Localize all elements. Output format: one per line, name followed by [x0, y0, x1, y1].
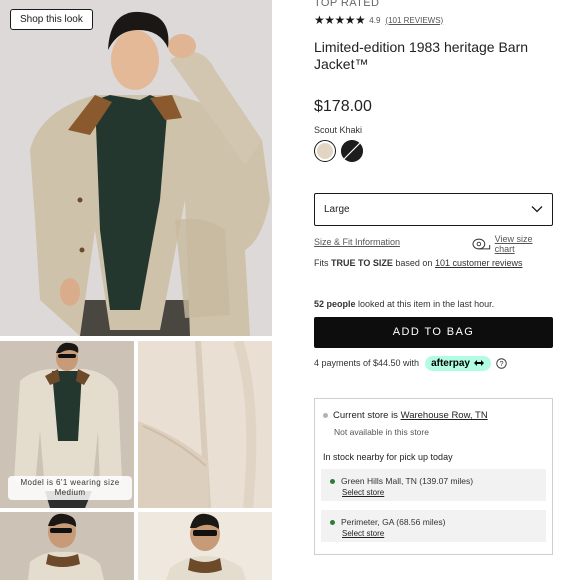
size-select-value: Large	[324, 204, 350, 215]
select-store-link[interactable]: Select store	[342, 488, 384, 497]
current-store-prefix: Current store is	[333, 410, 398, 421]
product-price: $178.00	[314, 98, 372, 115]
afterpay-logo: afterpay	[431, 357, 470, 369]
installment-info: 4 payments of $44.50 with afterpay ?	[314, 355, 507, 371]
current-store-link[interactable]: Warehouse Row, TN	[401, 410, 488, 421]
main-product-image[interactable]: Shop this look	[0, 0, 272, 336]
views-count: 52 people	[314, 299, 356, 309]
model-photo	[0, 0, 272, 336]
svg-text:?: ?	[499, 358, 503, 367]
select-store-link[interactable]: Select store	[342, 529, 384, 538]
nearby-stores-title: In stock nearby for pick up today	[323, 452, 453, 462]
size-chart-link[interactable]: View size chart	[472, 234, 554, 254]
shop-this-look-button[interactable]: Shop this look	[10, 9, 93, 30]
store-name: Perimeter, GA (68.56 miles)	[341, 517, 446, 527]
fit-middle: based on	[395, 258, 433, 268]
reviews-link[interactable]: (101 REVIEWS)	[385, 16, 443, 25]
store-availability: Current store is Warehouse Row, TN Not a…	[314, 398, 553, 555]
rating-row: ★★★★★ 4.9 (101 REVIEWS)	[314, 13, 443, 27]
thumbnail-back-view[interactable]	[0, 512, 134, 580]
unavailable-slash-icon	[341, 140, 363, 162]
heart-outline-icon[interactable]	[248, 4, 272, 336]
thumbnail-full-body[interactable]: Model is 6'1 wearing size Medium	[0, 341, 134, 508]
current-store: Current store is Warehouse Row, TN	[333, 410, 488, 421]
fit-strong: TRUE TO SIZE	[331, 258, 393, 268]
in-stock-dot	[330, 520, 335, 525]
model-back-photo	[0, 512, 134, 580]
nearby-store-card: Green Hills Mall, TN (139.07 miles) Sele…	[321, 469, 546, 501]
product-title: Limited-edition 1983 heritage Barn Jacke…	[314, 39, 529, 72]
measuring-tape-icon	[472, 238, 491, 250]
model-closeup-photo	[138, 512, 272, 580]
afterpay-badge[interactable]: afterpay	[425, 355, 491, 371]
jacket-detail-photo	[138, 341, 272, 508]
recent-views-notice: 52 people looked at this item in the las…	[314, 299, 494, 309]
swatch-fill	[317, 143, 333, 159]
fit-prefix: Fits	[314, 258, 329, 268]
current-store-status: Not available in this store	[334, 427, 429, 437]
top-rated-badge: TOP RATED	[314, 0, 380, 9]
product-image-gallery: Shop this look Model is 6'1 wearing size…	[0, 0, 272, 580]
star-rating-icon: ★★★★★	[314, 13, 366, 27]
customer-reviews-link[interactable]: 101 customer reviews	[435, 258, 523, 268]
size-fit-info-link[interactable]: Size & Fit Information	[314, 237, 400, 247]
add-to-bag-button[interactable]: ADD TO BAG	[314, 317, 553, 348]
size-chart-label: View size chart	[494, 234, 533, 254]
store-name: Green Hills Mall, TN (139.07 miles)	[341, 476, 474, 486]
installment-text: 4 payments of $44.50 with	[314, 358, 420, 368]
fit-summary: Fits TRUE TO SIZE based on 101 customer …	[314, 258, 522, 268]
color-swatch-black[interactable]	[341, 140, 363, 162]
afterpay-arrows-icon	[473, 360, 484, 366]
rating-value: 4.9	[369, 15, 381, 25]
color-swatch-scout-khaki[interactable]	[314, 140, 336, 162]
model-size-note: Model is 6'1 wearing size Medium	[8, 476, 132, 500]
chevron-down-icon	[531, 206, 543, 213]
nearby-store-card: Perimeter, GA (68.56 miles) Select store	[321, 510, 546, 542]
color-name: Scout Khaki	[314, 125, 363, 135]
in-stock-dot	[330, 479, 335, 484]
store-status-dot	[323, 413, 328, 418]
thumbnail-front-closeup[interactable]	[138, 512, 272, 580]
views-text: looked at this item in the last hour.	[358, 299, 495, 309]
size-select[interactable]: Large	[314, 193, 553, 226]
info-icon[interactable]: ?	[496, 357, 507, 369]
thumbnail-fabric-detail[interactable]	[138, 341, 272, 508]
